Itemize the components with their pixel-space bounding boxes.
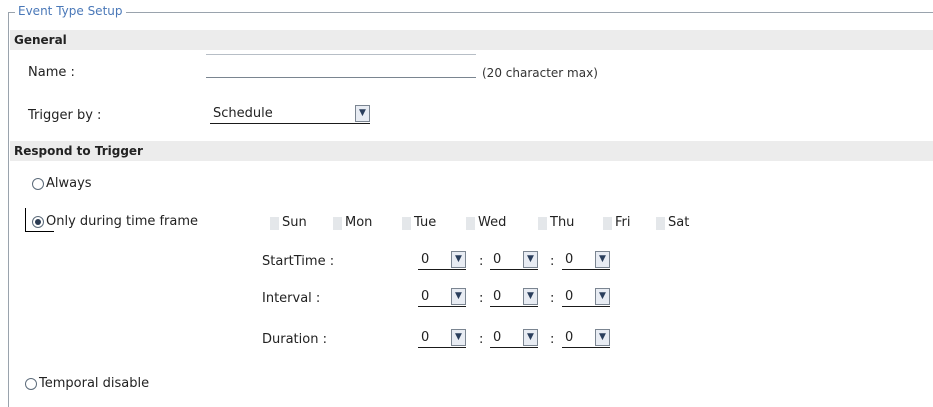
interval-second-select[interactable]: 0 ▼ [562,287,610,307]
checkbox-icon[interactable] [656,216,665,230]
chevron-down-icon[interactable]: ▼ [595,328,610,346]
chevron-down-icon[interactable]: ▼ [355,104,370,122]
chevron-down-icon[interactable]: ▼ [523,287,538,305]
name-input[interactable] [206,54,476,78]
checkbox-icon[interactable] [603,216,612,230]
always-label: Always [46,176,92,191]
start-time-label: StartTime : [262,254,335,269]
start-second-select[interactable]: 0 ▼ [562,250,610,270]
duration-minute-select[interactable]: 0 ▼ [490,328,538,348]
colon-separator: : [550,291,555,306]
checkbox-icon[interactable] [402,216,411,230]
checkbox-icon[interactable] [333,216,342,230]
checkbox-icon[interactable] [466,216,475,230]
chevron-down-icon[interactable]: ▼ [595,250,610,268]
day-checkbox-thu[interactable]: Thu [538,214,574,232]
chevron-down-icon[interactable]: ▼ [451,250,466,268]
chevron-down-icon[interactable]: ▼ [523,250,538,268]
chevron-down-icon[interactable]: ▼ [595,287,610,305]
colon-separator: : [479,291,484,306]
trigger-select[interactable]: Schedule ▼ [210,104,370,124]
interval-hour-select[interactable]: 0 ▼ [418,287,466,307]
checkbox-icon[interactable] [270,216,279,230]
respond-section-header: Respond to Trigger [10,141,933,161]
chevron-down-icon[interactable]: ▼ [451,287,466,305]
day-checkbox-mon[interactable]: Mon [333,214,372,232]
trigger-label: Trigger by : [28,108,102,123]
colon-separator: : [550,254,555,269]
day-checkbox-wed[interactable]: Wed [466,214,506,232]
interval-label: Interval : [262,291,321,306]
checkbox-icon[interactable] [538,216,547,230]
day-checkbox-tue[interactable]: Tue [402,214,436,232]
start-hour-select[interactable]: 0 ▼ [418,250,466,270]
duration-hour-select[interactable]: 0 ▼ [418,328,466,348]
fieldset-legend: Event Type Setup [15,3,126,19]
chevron-down-icon[interactable]: ▼ [451,328,466,346]
always-radio[interactable] [32,178,44,190]
temporal-disable-label: Temporal disable [39,376,150,391]
name-hint: (20 character max) [482,66,598,80]
timeframe-radio[interactable] [32,216,44,228]
trigger-select-value: Schedule [213,105,273,121]
timeframe-label: Only during time frame [46,214,199,229]
day-checkbox-fri[interactable]: Fri [603,214,631,232]
chevron-down-icon[interactable]: ▼ [523,328,538,346]
colon-separator: : [479,254,484,269]
day-checkbox-sat[interactable]: Sat [656,214,689,232]
interval-minute-select[interactable]: 0 ▼ [490,287,538,307]
name-label: Name : [28,65,75,80]
colon-separator: : [479,332,484,347]
day-checkbox-sun[interactable]: Sun [270,214,307,232]
temporal-disable-radio[interactable] [25,378,37,390]
start-minute-select[interactable]: 0 ▼ [490,250,538,270]
general-section-header: General [10,30,933,50]
colon-separator: : [550,332,555,347]
duration-label: Duration : [262,332,327,347]
duration-second-select[interactable]: 0 ▼ [562,328,610,348]
